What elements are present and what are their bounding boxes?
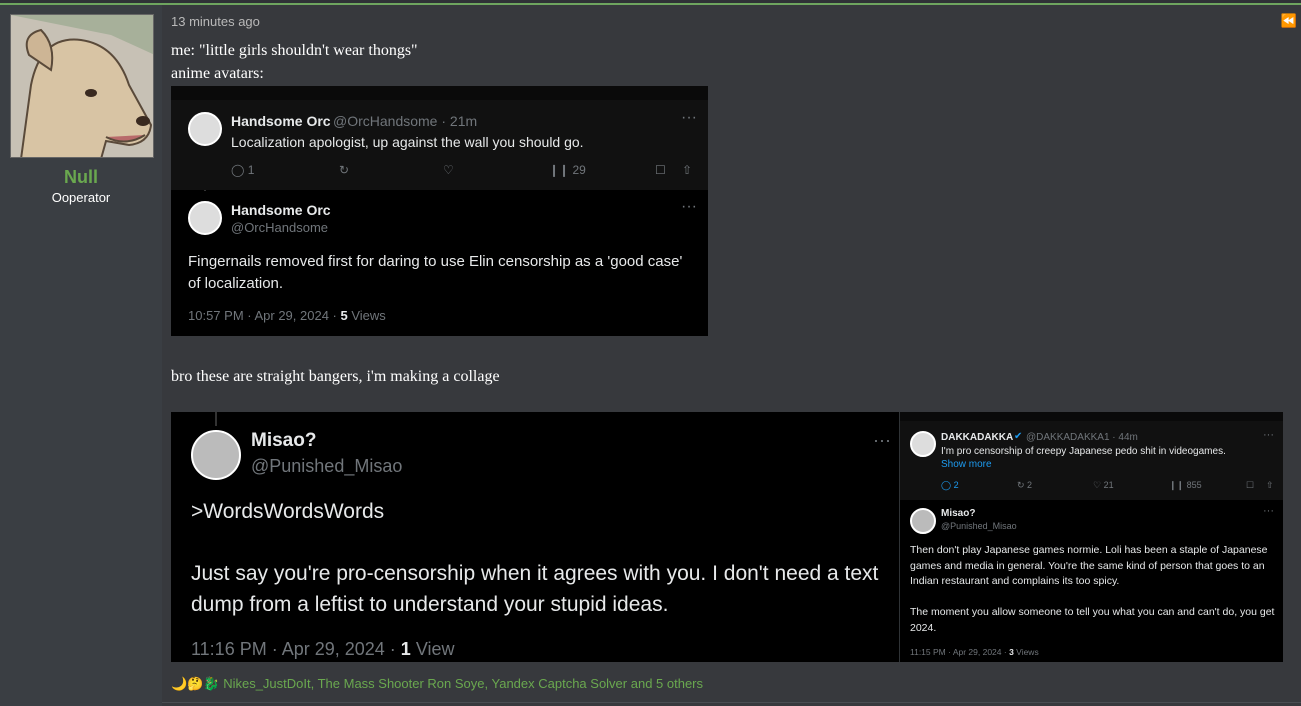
tweet-meta: 10:57 PM · Apr 29, 2024 · 5 Views [188, 308, 386, 323]
reaction-moon-icon: 🌙 [171, 676, 188, 691]
reaction-thinking-icon: 🤔 [187, 676, 204, 691]
tweet-screenshot-collage[interactable]: Misao? @Punished_Misao ··· >WordsWordsWo… [171, 412, 1283, 662]
views-count: ❙❙ 29 [549, 163, 586, 177]
misao-avatar-icon [191, 430, 241, 480]
tweet-author-name: Handsome Orc [231, 202, 331, 218]
reply-author-handle: @OrcHandsome · 21m [333, 113, 478, 129]
author-title: Ooperator [51, 190, 111, 205]
misao-small-handle: @Punished_Misao [941, 521, 1017, 531]
message-line-2: anime avatars: [171, 65, 264, 82]
misao-view-count: 1 [400, 639, 411, 659]
reaction-dragon-icon: 🐉 [203, 676, 220, 691]
tweet-text: Fingernails removed first for daring to … [188, 253, 683, 292]
author-name[interactable]: Null [0, 167, 162, 188]
dakka-retweet-count: ↻ 2 [1017, 480, 1033, 490]
dakka-text: I'm pro censorship of creepy Japanese pe… [941, 446, 1226, 457]
more-icon: ··· [1263, 505, 1274, 517]
dakka-views-value: 855 [1186, 480, 1202, 490]
dakka-like-value: 21 [1103, 480, 1114, 490]
share-icon: ⇧ [682, 163, 693, 177]
author-sidebar: Null Ooperator [0, 5, 162, 706]
message-line-1: me: "little girls shouldn't wear thongs" [171, 42, 418, 59]
bookmark-icon: ☐ [655, 163, 666, 177]
reply-count-value: 1 [247, 163, 255, 177]
dakka-name: DAKKADAKKA [941, 432, 1014, 443]
more-icon: ··· [681, 198, 697, 215]
show-more-link[interactable]: Show more [941, 459, 992, 470]
misao-small-meta: 11:15 PM · Apr 29, 2024 · 3 Views [910, 647, 1039, 657]
quote-text: >WordsWordsWords [191, 500, 385, 523]
dakka-reply-count: ◯ 2 [941, 480, 959, 490]
retweet-icon: ↻ [339, 163, 350, 177]
post-body: 13 minutes ago ⏪ me: "little girls shoul… [162, 5, 1301, 706]
more-icon: ··· [873, 430, 891, 450]
tweet-date: 10:57 PM · Apr 29, 2024 · [188, 308, 341, 323]
verified-icon: ✔ [1014, 431, 1023, 442]
more-icon: ··· [1263, 429, 1274, 441]
more-icon: ··· [681, 109, 697, 126]
dakka-retweet-value: 2 [1027, 480, 1033, 490]
reaction-users[interactable]: Nikes_JustDoIt, The Mass Shooter Ron Soy… [223, 676, 703, 691]
misao-tweet-date: 11:16 PM · Apr 29, 2024 · [191, 639, 401, 659]
dakka-avatar-icon [910, 431, 936, 457]
bookmark-icon: ☐ [1246, 480, 1255, 490]
dakka-handle: @DAKKADAKKA1 · 44m [1026, 432, 1138, 443]
views-count-value: 29 [572, 163, 586, 177]
post-timestamp[interactable]: 13 minutes ago [171, 14, 260, 29]
tweet-screenshot-1[interactable]: Handsome Orc @OrcHandsome · 21m ··· Loca… [171, 86, 708, 336]
dakka-like-count: ♡ 21 [1093, 480, 1114, 490]
misao-handle: @Punished_Misao [251, 456, 403, 476]
misao-small-text-1: Then don't play Japanese games normie. L… [910, 544, 1268, 587]
reactions-bar[interactable]: 🌙🤔🐉 Nikes_JustDoIt, The Mass Shooter Ron… [171, 676, 703, 692]
dog-avatar-icon [11, 15, 153, 157]
share-icon: ⇧ [1266, 480, 1274, 490]
like-icon: ♡ [443, 163, 454, 177]
dakka-reply-value: 2 [953, 480, 959, 490]
dakka-views-count: ❙❙ 855 [1169, 480, 1202, 490]
misao-name: Misao? [251, 430, 317, 451]
misao-small-views-label: Views [1013, 647, 1039, 657]
misao-views-label: View [410, 639, 455, 659]
post-divider [162, 702, 1301, 703]
views-label: Views [347, 308, 386, 323]
misao-small-name: Misao? [941, 508, 976, 519]
misao-avatar-icon [910, 508, 936, 534]
orc-avatar-icon [188, 112, 222, 146]
misao-small-date: 11:15 PM · Apr 29, 2024 · [910, 647, 1010, 657]
avatar[interactable] [10, 14, 154, 158]
tweet-author-handle: @OrcHandsome [231, 220, 329, 235]
view-count: 5 [340, 308, 348, 323]
orc-avatar-icon [188, 201, 222, 235]
collapse-icon[interactable]: ⏪ [1281, 13, 1297, 29]
misao-tweet-text: Just say you're pro-censorship when it a… [191, 562, 879, 616]
reply-count: ◯ 1 [231, 163, 255, 177]
reply-author-name: Handsome Orc [231, 113, 331, 129]
reply-text: Localization apologist, up against the w… [231, 134, 584, 150]
misao-tweet-meta: 11:16 PM · Apr 29, 2024 · 1 View [191, 639, 455, 660]
misao-small-text-2: The moment you allow someone to tell you… [910, 606, 1275, 634]
message-line-3: bro these are straight bangers, i'm maki… [171, 368, 500, 385]
